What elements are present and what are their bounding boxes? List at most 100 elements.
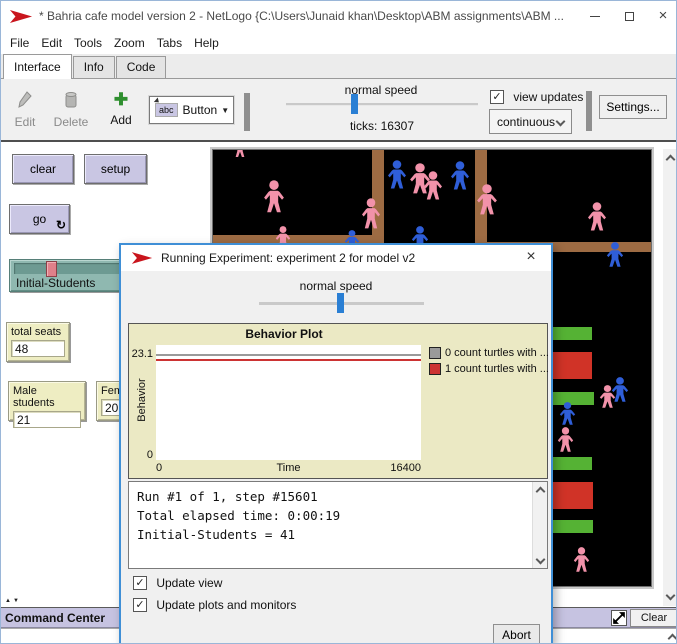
scroll-down-icon[interactable] <box>665 591 675 601</box>
add-button[interactable]: ✚ Add <box>101 89 141 127</box>
person-pink-icon <box>361 198 381 230</box>
scroll-up-icon[interactable] <box>535 485 545 495</box>
edit-button[interactable]: Edit <box>5 91 45 129</box>
tab-code[interactable]: Code <box>116 56 167 78</box>
behavior-plot: Behavior Plot 23.1 0 Behavior 0 Time 164… <box>128 323 548 479</box>
person-pink-icon <box>557 427 574 453</box>
x-axis-max: 16400 <box>390 462 421 474</box>
update-plots-row: ✓ Update plots and monitors <box>133 597 296 612</box>
update-mode-value: continuous <box>497 115 555 129</box>
close-button[interactable]: × <box>647 1 677 31</box>
abort-button[interactable]: Abort <box>493 624 540 644</box>
speed-slider-label: normal speed <box>286 83 476 97</box>
y-axis-label: Behavior <box>136 370 148 430</box>
legend-swatch-gray <box>429 347 441 359</box>
legend-entry: 0 count turtles with ... <box>429 345 549 361</box>
slider-handle[interactable] <box>46 261 57 277</box>
menu-tools[interactable]: Tools <box>68 34 108 52</box>
tab-info[interactable]: Info <box>73 56 115 78</box>
person-blue-icon <box>387 160 407 190</box>
person-blue-icon <box>559 402 576 426</box>
delete-label: Delete <box>51 115 91 129</box>
y-axis-max: 23.1 <box>130 348 153 360</box>
output-lines: Run #1 of 1, step #15601Total elapsed ti… <box>137 487 539 544</box>
ticks-counter: ticks: 16307 <box>286 119 478 133</box>
edit-label: Edit <box>5 115 45 129</box>
widget-type-dropdown[interactable]: abc Button ▼ <box>149 96 234 124</box>
vertical-scrollbar[interactable] <box>663 149 677 606</box>
menu-zoom[interactable]: Zoom <box>108 34 151 52</box>
clear-button[interactable]: clear <box>12 154 74 184</box>
check-icon: ✓ <box>135 599 144 611</box>
go-label: go <box>33 212 46 226</box>
command-center-clear-button[interactable]: Clear <box>630 609 677 627</box>
monitor-total-seats: total seats 48 <box>6 322 70 362</box>
legend-label: 1 count turtles with ... <box>445 363 549 375</box>
update-mode-dropdown[interactable]: continuous <box>489 109 572 134</box>
person-blue-icon <box>450 161 470 191</box>
view-updates-row: ✓ view updates <box>490 89 583 104</box>
update-view-checkbox[interactable]: ✓ <box>133 576 147 590</box>
delete-button[interactable]: Delete <box>51 91 91 129</box>
monitor-value: 21 <box>13 411 81 428</box>
dropdown-arrow-icon: ▼ <box>221 106 229 115</box>
setup-button[interactable]: setup <box>84 154 147 184</box>
output-scrollbar[interactable] <box>532 482 547 568</box>
check-icon: ✓ <box>135 577 144 589</box>
update-plots-checkbox[interactable]: ✓ <box>133 598 147 612</box>
plot-title: Behavior Plot <box>129 327 439 341</box>
plot-legend: 0 count turtles with ... 1 count turtles… <box>429 345 549 377</box>
menu-file[interactable]: File <box>4 34 35 52</box>
minimize-icon <box>590 16 600 17</box>
go-button[interactable]: go ↻ <box>9 204 70 234</box>
output-line: Total elapsed time: 0:00:19 <box>137 506 539 525</box>
widget-type-value: Button <box>183 103 218 117</box>
command-center-splitter[interactable]: ▲▼ <box>5 598 21 604</box>
view-updates-checkbox[interactable]: ✓ <box>490 90 504 104</box>
speed-slider-handle[interactable] <box>351 94 358 114</box>
dialog-speed-slider-handle[interactable] <box>337 293 344 313</box>
forever-icon: ↻ <box>56 219 66 231</box>
slider-label: Initial-Students <box>16 276 95 290</box>
tab-interface[interactable]: Interface <box>3 54 72 79</box>
person-pink-icon <box>476 184 498 216</box>
view-updates-label: view updates <box>513 90 583 104</box>
running-experiment-dialog: Running Experiment: experiment 2 for mod… <box>119 243 553 644</box>
monitor-label: total seats <box>11 326 65 338</box>
menu-tabs[interactable]: Tabs <box>151 34 188 52</box>
toolbar-separator <box>586 91 592 131</box>
pencil-icon <box>5 91 45 113</box>
menu-help[interactable]: Help <box>188 34 225 52</box>
settings-button[interactable]: Settings... <box>599 95 667 119</box>
monitor-label: Male students <box>13 385 81 409</box>
monitor-male-students: Male students 21 <box>8 381 86 421</box>
tab-bar: InterfaceInfoCode <box>1 54 677 79</box>
minimize-button[interactable] <box>579 1 611 31</box>
menu-edit[interactable]: Edit <box>35 34 68 52</box>
experiment-output[interactable]: Run #1 of 1, step #15601Total elapsed ti… <box>128 481 548 569</box>
netlogo-logo-icon <box>131 251 153 265</box>
plot-area <box>156 345 421 460</box>
menu-bar: FileEditToolsZoomTabsHelp <box>1 32 677 54</box>
expand-icon[interactable] <box>611 610 627 626</box>
command-center-title: Command Center <box>5 611 105 625</box>
output-line: Run #1 of 1, step #15601 <box>137 487 539 506</box>
person-pink-icon <box>423 171 443 201</box>
netlogo-logo-icon <box>9 9 33 24</box>
button-widget-icon: abc <box>155 103 178 117</box>
person-pink-icon <box>573 547 590 573</box>
add-label: Add <box>101 113 141 127</box>
scroll-up-icon[interactable] <box>665 153 675 163</box>
toolbar: Edit Delete ✚ Add abc Button ▼ normal sp… <box>1 79 677 142</box>
dialog-speed-label: normal speed <box>121 279 551 293</box>
speed-slider[interactable] <box>286 103 478 106</box>
x-axis-label: Time <box>156 462 421 474</box>
y-axis-min: 0 <box>140 449 153 461</box>
person-pink-icon <box>587 202 607 232</box>
scroll-down-icon[interactable] <box>535 555 545 565</box>
dialog-close-button[interactable]: × <box>521 248 541 266</box>
maximize-button[interactable] <box>613 1 645 31</box>
update-view-label: Update view <box>156 576 222 590</box>
history-up-icon[interactable] <box>667 632 677 642</box>
monitor-value: 48 <box>11 340 65 357</box>
